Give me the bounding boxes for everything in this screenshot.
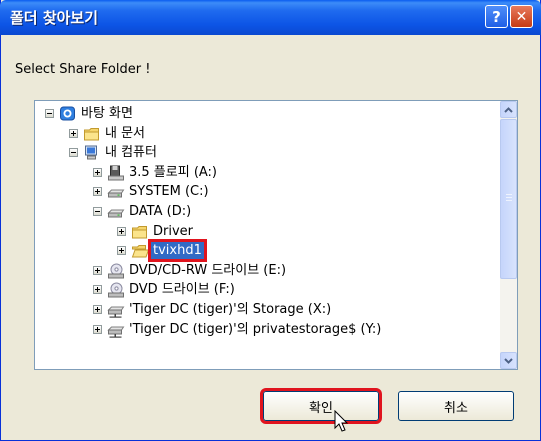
chevron-down-icon [504, 357, 513, 364]
cancel-button-label: 취소 [444, 400, 468, 416]
tree-item-label[interactable]: 내 문서 [103, 125, 147, 142]
selected-folder-label[interactable]: tvixhd1 [148, 239, 207, 263]
tree-row[interactable]: tvixhd1 [35, 239, 501, 263]
expand-icon[interactable] [93, 265, 102, 275]
expand-icon[interactable] [69, 128, 78, 138]
close-button[interactable]: ✕ [510, 5, 533, 28]
collapse-icon[interactable] [93, 207, 102, 216]
tree-item-label[interactable]: DVD/CD-RW 드라이브 (E:) [127, 262, 288, 279]
ok-button-label: 확인 [309, 400, 333, 416]
tree-item-label[interactable]: 3.5 플로피 (A:) [127, 164, 219, 181]
mouse-cursor-icon [334, 410, 349, 432]
expand-icon[interactable] [93, 167, 102, 177]
tree-row[interactable]: DATA (D:) [35, 203, 501, 223]
scroll-down-button[interactable] [500, 352, 517, 369]
window-title: 폴더 찾아보기 [10, 9, 99, 27]
scroll-up-button[interactable] [500, 101, 517, 118]
folder-browse-dialog: 폴더 찾아보기 ? ✕ Select Share Folder ! 바탕 화면내… [0, 0, 541, 441]
cancel-button[interactable]: 취소 [398, 391, 514, 421]
expand-icon[interactable] [117, 226, 126, 236]
close-icon: ✕ [515, 8, 528, 25]
collapse-icon[interactable] [69, 148, 78, 158]
tree-row[interactable]: DVD/CD-RW 드라이브 (E:) [35, 262, 501, 282]
tree-item-label[interactable]: DVD 드라이브 (F:) [127, 281, 237, 298]
tree-row[interactable]: 내 컴퓨터 [35, 144, 501, 164]
expand-icon[interactable] [93, 187, 102, 197]
expand-icon[interactable] [93, 285, 102, 295]
help-icon: ? [492, 7, 501, 26]
tree-row[interactable]: 내 문서 [35, 125, 501, 145]
title-bar[interactable]: 폴더 찾아보기 ? ✕ [0, 0, 541, 35]
expand-icon[interactable] [93, 324, 102, 334]
tree-row[interactable]: Driver [35, 223, 501, 243]
tree-item-label[interactable]: SYSTEM (C:) [127, 183, 211, 200]
folder-tree[interactable]: 바탕 화면내 문서내 컴퓨터 3.5 플로피 (A:) SYSTEM (C:) DAT… [34, 100, 518, 370]
help-button[interactable]: ? [485, 5, 508, 28]
tree-item-label[interactable]: 'Tiger DC (tiger)'의 privatestorage$ (Y:) [127, 321, 383, 338]
tree-item-label[interactable]: 내 컴퓨터 [103, 144, 159, 161]
vertical-scrollbar[interactable] [500, 101, 517, 369]
tree-item-label[interactable]: DATA (D:) [127, 203, 193, 220]
tree-item-label[interactable]: 바탕 화면 [79, 105, 135, 122]
tree-row[interactable]: 3.5 플로피 (A:) [35, 164, 501, 184]
tree-row[interactable]: 'Tiger DC (tiger)'의 Storage (X:) [35, 301, 501, 321]
chevron-up-icon [504, 106, 513, 113]
tree-row[interactable]: 바탕 화면 [35, 105, 501, 125]
tree-item-label[interactable]: Driver [151, 223, 195, 240]
tree-row[interactable]: DVD 드라이브 (F:) [35, 281, 501, 301]
prompt-text: Select Share Folder ! [15, 62, 151, 77]
expand-icon[interactable] [93, 305, 102, 314]
ok-button[interactable]: 확인 [260, 388, 382, 424]
tree-row[interactable]: SYSTEM (C:) [35, 183, 501, 203]
tree-row[interactable]: 'Tiger DC (tiger)'의 privatestorage$ (Y:) [35, 321, 501, 341]
scroll-thumb[interactable] [500, 119, 517, 279]
expand-icon[interactable] [117, 246, 126, 256]
collapse-icon[interactable] [45, 109, 54, 118]
tree-item-label[interactable]: 'Tiger DC (tiger)'의 Storage (X:) [127, 301, 333, 318]
